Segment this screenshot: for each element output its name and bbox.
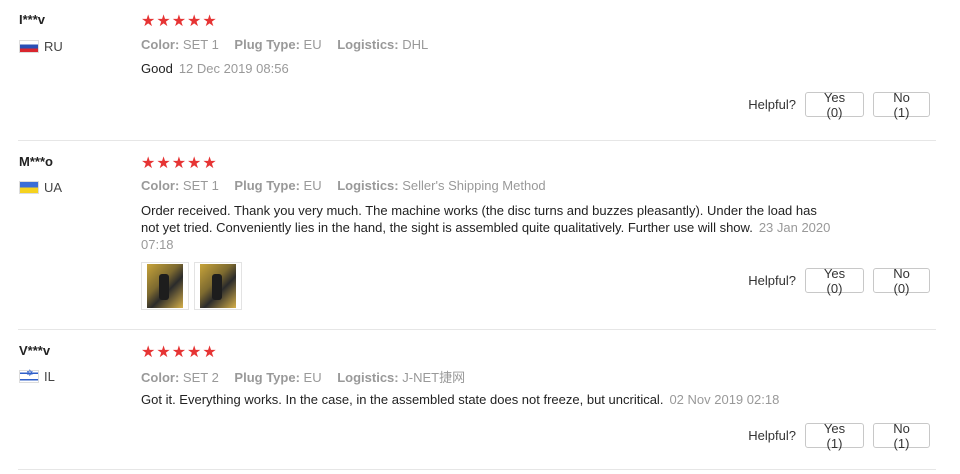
- star-rating: ★★★★★: [141, 342, 218, 361]
- review-attributes: Color: SET 1 Plug Type: EU Logistics: Se…: [141, 178, 546, 193]
- country-code: UA: [44, 180, 63, 195]
- review-attributes: Color: SET 1 Plug Type: EU Logistics: DH…: [141, 37, 428, 52]
- divider: [18, 469, 936, 470]
- logistics-label: Logistics:: [337, 370, 399, 385]
- review-text: Got it. Everything works. In the case, i…: [141, 391, 831, 408]
- review-body: Order received. Thank you very much. The…: [141, 203, 817, 235]
- plug-type-label: Plug Type:: [234, 370, 300, 385]
- country-code: IL: [44, 369, 55, 384]
- angle-grinder-image-icon: [200, 264, 236, 308]
- reviewer-country: IL: [19, 369, 55, 384]
- star-rating: ★★★★★: [141, 153, 218, 172]
- reviewer-country: RU: [19, 39, 63, 54]
- reviewer-name: I***v: [19, 12, 46, 27]
- helpful-label: Helpful?: [748, 97, 796, 112]
- plug-type-label: Plug Type:: [234, 37, 300, 52]
- helpful-label: Helpful?: [748, 428, 796, 443]
- helpful-yes-button[interactable]: Yes (1): [805, 421, 864, 451]
- logistics-value: J-NET捷网: [402, 370, 466, 385]
- color-label: Color:: [141, 37, 180, 52]
- review-text: Good 12 Dec 2019 08:56: [141, 60, 831, 77]
- reviewer-name: M***o: [19, 154, 53, 169]
- flag-ua-icon: [19, 181, 39, 194]
- plug-type-value: EU: [303, 37, 322, 52]
- angle-grinder-image-icon: [147, 264, 183, 308]
- review-images: [141, 262, 247, 310]
- review-date: 02 Nov 2019 02:18: [669, 392, 780, 407]
- helpful-vote: Helpful? Yes (0) No (0): [748, 266, 930, 296]
- flag-ru-icon: [19, 40, 39, 53]
- star-rating: ★★★★★: [141, 11, 218, 30]
- divider: [18, 140, 936, 141]
- logistics-label: Logistics:: [337, 178, 399, 193]
- helpful-vote: Helpful? Yes (0) No (1): [748, 90, 930, 120]
- helpful-no-button[interactable]: No (0): [873, 266, 930, 296]
- helpful-yes-button[interactable]: Yes (0): [805, 266, 864, 296]
- helpful-label: Helpful?: [748, 273, 796, 288]
- review-date: 12 Dec 2019 08:56: [178, 61, 289, 76]
- reviewer-country: UA: [19, 180, 62, 195]
- plug-type-label: Plug Type:: [234, 178, 300, 193]
- helpful-no-button[interactable]: No (1): [873, 90, 930, 120]
- review-body: Got it. Everything works. In the case, i…: [141, 392, 664, 407]
- helpful-vote: Helpful? Yes (1) No (1): [748, 421, 930, 451]
- review-body: Good: [141, 61, 173, 76]
- logistics-value: Seller's Shipping Method: [402, 178, 546, 193]
- color-value: SET 2: [182, 370, 219, 385]
- logistics-label: Logistics:: [337, 37, 399, 52]
- logistics-value: DHL: [402, 37, 429, 52]
- review-text: Order received. Thank you very much. The…: [141, 202, 831, 253]
- color-label: Color:: [141, 370, 180, 385]
- color-value: SET 1: [182, 37, 219, 52]
- helpful-yes-button[interactable]: Yes (0): [805, 90, 864, 120]
- helpful-no-button[interactable]: No (1): [873, 421, 930, 451]
- review-thumbnail[interactable]: [141, 262, 189, 310]
- divider: [18, 329, 936, 330]
- country-code: RU: [44, 39, 63, 54]
- review-attributes: Color: SET 2 Plug Type: EU Logistics: J-…: [141, 367, 465, 386]
- color-value: SET 1: [182, 178, 219, 193]
- review-thumbnail[interactable]: [194, 262, 242, 310]
- color-label: Color:: [141, 178, 180, 193]
- plug-type-value: EU: [303, 178, 322, 193]
- plug-type-value: EU: [303, 370, 322, 385]
- flag-il-icon: [19, 369, 39, 383]
- reviewer-name: V***v: [19, 343, 51, 358]
